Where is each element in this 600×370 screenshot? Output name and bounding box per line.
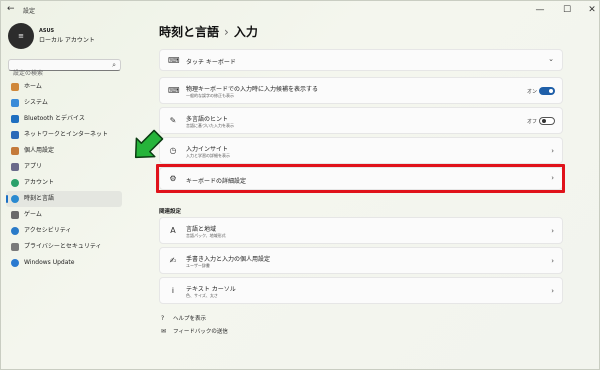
- sidebar-item-home[interactable]: ホーム: [6, 79, 122, 95]
- privacy-icon: [11, 243, 19, 251]
- settings-window: ← 設定 — ☐ ✕ ≡ ASUS ローカル アカウント ⌕ ホーム システム …: [0, 0, 600, 370]
- clock-icon: ◷: [169, 146, 177, 155]
- profile-name: ASUS: [39, 28, 55, 34]
- search-box[interactable]: ⌕: [8, 59, 121, 79]
- sidebar-item-privacy[interactable]: プライバシーとセキュリティ: [6, 239, 122, 255]
- handwriting-title: 手書き入力と入力の個人用設定: [186, 256, 271, 263]
- language-region-title: 言語と地域: [186, 226, 217, 233]
- sidebar-item-apps[interactable]: アプリ: [6, 159, 122, 175]
- maximize-button[interactable]: ☐: [554, 3, 580, 17]
- network-icon: [11, 131, 19, 139]
- text-suggestions-title: 物理キーボードでの入力時に入力候補を表示する: [186, 86, 319, 93]
- chevron-right-icon[interactable]: ›: [551, 147, 554, 155]
- sidebar-item-system[interactable]: システム: [6, 95, 122, 111]
- multilingual-title: 多言語のヒント: [186, 116, 229, 123]
- sidebar-nav: ホーム システム Bluetooth とデバイス ネットワークとインターネット …: [6, 79, 122, 271]
- breadcrumb-separator: ›: [224, 25, 229, 39]
- bluetooth-icon: [11, 115, 19, 123]
- window-title: 設定: [23, 8, 36, 15]
- input-insights-title: 入力インサイト: [186, 146, 229, 153]
- time-language-icon: [11, 195, 19, 203]
- minimize-button[interactable]: —: [527, 3, 553, 17]
- toggle-status: オン: [526, 89, 537, 95]
- text-cursor-subtitle: 色、サイズ、太さ: [186, 293, 218, 298]
- avatar[interactable]: ≡: [8, 23, 34, 49]
- sidebar-item-accounts[interactable]: アカウント: [6, 175, 122, 191]
- profile-account-type: ローカル アカウント: [39, 37, 95, 44]
- close-button[interactable]: ✕: [579, 3, 600, 17]
- help-icon: ?: [161, 315, 165, 322]
- help-link-label: ヘルプを表示: [173, 316, 207, 322]
- sidebar-item-gaming[interactable]: ゲーム: [6, 207, 122, 223]
- related-settings-heading: 関連設定: [159, 209, 182, 215]
- text-suggestions-toggle[interactable]: [539, 87, 555, 95]
- sidebar-item-time-language[interactable]: 時刻と言語: [6, 191, 122, 207]
- text-cursor-card[interactable]: Ꭵ テキスト カーソル 色、サイズ、太さ ›: [159, 277, 563, 304]
- system-icon: [11, 99, 19, 107]
- handwriting-card[interactable]: ✍ 手書き入力と入力の個人用設定 ユーザー辞書 ›: [159, 247, 563, 274]
- text-cursor-title: テキスト カーソル: [186, 286, 236, 293]
- chevron-right-icon[interactable]: ›: [551, 227, 554, 235]
- gaming-icon: [11, 211, 19, 219]
- sidebar-item-personalization[interactable]: 個人用設定: [6, 143, 122, 159]
- back-arrow-icon[interactable]: ←: [7, 4, 15, 14]
- title-bar: ← 設定 — ☐ ✕: [1, 1, 599, 19]
- pointer-arrow-icon: [134, 129, 164, 159]
- multilingual-card: ✎ 多言語のヒント 言語に基づいた入力を表示 オフ: [159, 107, 563, 134]
- language-region-icon: A: [170, 226, 176, 235]
- text-suggestions-card: ⌨ 物理キーボードでの入力時に入力候補を表示する 一般的な誤字の修正も表示 オン: [159, 77, 563, 104]
- toggle-knob: [549, 89, 553, 93]
- apps-icon: [11, 163, 19, 171]
- feedback-link[interactable]: ✉ フィードバックの送信: [161, 327, 228, 335]
- sidebar-item-accessibility[interactable]: アクセシビリティ: [6, 223, 122, 239]
- chevron-down-icon[interactable]: ⌄: [548, 55, 554, 63]
- accessibility-icon: [11, 227, 19, 235]
- search-icon[interactable]: ⌕: [112, 61, 116, 70]
- personalization-icon: [11, 147, 19, 155]
- multilingual-icon: ✎: [169, 116, 177, 125]
- text-cursor-icon: Ꭵ: [172, 286, 174, 295]
- chevron-right-icon[interactable]: ›: [551, 287, 554, 295]
- keyboard-icon: ⌨: [168, 86, 180, 95]
- language-region-card[interactable]: A 言語と地域 言語パック、地域形式 ›: [159, 217, 563, 244]
- highlight-box: [156, 164, 565, 193]
- handwriting-subtitle: ユーザー辞書: [186, 263, 210, 268]
- touch-keyboard-card[interactable]: ⌨ タッチ キーボード ⌄: [159, 49, 563, 71]
- input-insights-subtitle: 入力と学習の詳細を表示: [186, 153, 230, 158]
- page-title: 入力: [233, 25, 258, 39]
- handwriting-icon: ✍: [169, 256, 177, 265]
- touch-keyboard-title: タッチ キーボード: [186, 59, 236, 66]
- text-suggestions-subtitle: 一般的な誤字の修正も表示: [186, 93, 234, 98]
- language-region-subtitle: 言語パック、地域形式: [186, 233, 226, 238]
- sidebar-item-bluetooth[interactable]: Bluetooth とデバイス: [6, 111, 122, 127]
- sidebar-item-windows-update[interactable]: Windows Update: [6, 255, 122, 271]
- toggle-knob: [542, 119, 546, 123]
- keyboard-icon: ⌨: [168, 56, 180, 65]
- search-input[interactable]: [9, 68, 104, 79]
- toggle-status: オフ: [526, 119, 537, 125]
- feedback-icon: ✉: [161, 328, 167, 335]
- help-link[interactable]: ? ヘルプを表示: [161, 314, 206, 322]
- sidebar-item-network[interactable]: ネットワークとインターネット: [6, 127, 122, 143]
- breadcrumb: 時刻と言語 › 入力: [159, 23, 258, 40]
- input-insights-card[interactable]: ◷ 入力インサイト 入力と学習の詳細を表示 ›: [159, 137, 563, 164]
- account-icon: [11, 179, 19, 187]
- windows-update-icon: [11, 259, 19, 267]
- feedback-link-label: フィードバックの送信: [173, 329, 228, 335]
- multilingual-toggle[interactable]: [539, 117, 555, 125]
- breadcrumb-parent[interactable]: 時刻と言語: [159, 25, 219, 39]
- chevron-right-icon[interactable]: ›: [551, 257, 554, 265]
- multilingual-subtitle: 言語に基づいた入力を表示: [186, 123, 234, 128]
- home-icon: [11, 83, 19, 91]
